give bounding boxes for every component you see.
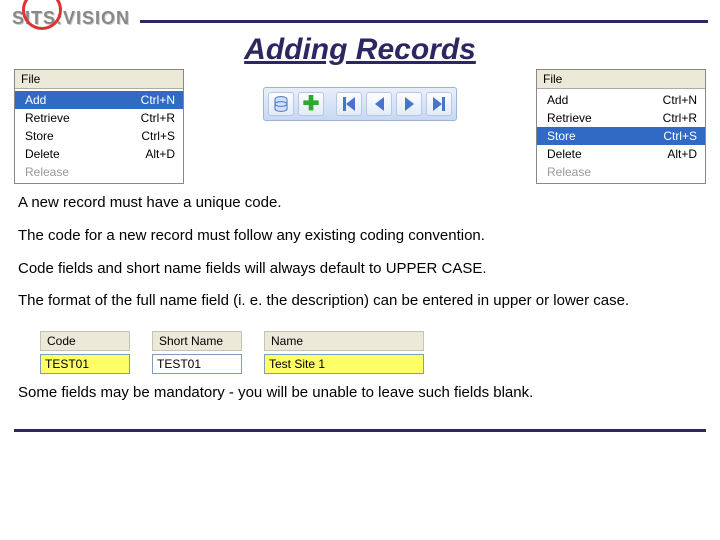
menu-label: Store [547,128,576,144]
toolbar-separator [328,92,332,116]
name-input[interactable] [264,354,424,374]
menu-items: Add Ctrl+N Retrieve Ctrl+R Store Ctrl+S … [15,89,183,183]
nav-last-icon [433,97,445,111]
add-button[interactable]: ✚ [298,92,324,116]
footer-rule [14,429,706,432]
toolbar-wrap: ✚ [194,69,526,121]
file-menu-left: File Add Ctrl+N Retrieve Ctrl+R Store Ct… [14,69,184,184]
menu-label: Retrieve [25,110,70,126]
nav-toolbar: ✚ [263,87,457,121]
file-menu-right: File Add Ctrl+N Retrieve Ctrl+R Store Ct… [536,69,706,184]
header-rule [140,20,708,23]
menu-shortcut: Alt+D [667,146,697,162]
nav-prev-icon [375,97,384,111]
nav-prev-button[interactable] [366,92,392,116]
menu-label: Delete [547,146,582,162]
paragraph: A new record must have a unique code. [18,194,702,213]
nav-first-button[interactable] [336,92,362,116]
nav-next-icon [405,97,414,111]
paragraph: The code for a new record must follow an… [18,227,702,246]
menu-item-retrieve[interactable]: Retrieve Ctrl+R [15,109,183,127]
menu-label: Store [25,128,54,144]
paragraph: The format of the full name field (i. e.… [18,292,702,311]
menu-item-store[interactable]: Store Ctrl+S [15,127,183,145]
brand-left: SITS [12,8,56,28]
database-icon [274,96,288,112]
menu-label: Add [25,92,46,108]
body-text: A new record must have a unique code. Th… [0,184,720,331]
menu-shortcut: Ctrl+S [663,128,697,144]
menu-item-delete[interactable]: Delete Alt+D [15,145,183,163]
menu-item-release: Release [537,163,705,181]
code-input[interactable] [40,354,130,374]
menu-label: Retrieve [547,110,592,126]
page-title: Adding Records [0,33,720,67]
menu-shortcut: Ctrl+R [141,110,175,126]
menu-item-delete[interactable]: Delete Alt+D [537,145,705,163]
menu-shortcut: Ctrl+R [663,110,697,126]
retrieve-button[interactable] [268,92,294,116]
menu-item-add[interactable]: Add Ctrl+N [537,91,705,109]
nav-first-icon [343,97,355,111]
menu-shortcut: Ctrl+N [141,92,175,108]
menu-items: Add Ctrl+N Retrieve Ctrl+R Store Ctrl+S … [537,89,705,183]
menu-label: Release [25,164,69,180]
menu-item-add[interactable]: Add Ctrl+N [15,91,183,109]
menu-label: Delete [25,146,60,162]
fields-example: Code Short Name Name [0,331,720,382]
menu-item-retrieve[interactable]: Retrieve Ctrl+R [537,109,705,127]
nav-last-button[interactable] [426,92,452,116]
menu-title[interactable]: File [15,70,183,89]
field-label: Short Name [152,331,242,351]
nav-next-button[interactable] [396,92,422,116]
menu-shortcut: Ctrl+N [663,92,697,108]
field-col-name: Name [264,331,424,374]
brand-header: SITS:VISION [0,0,720,29]
menu-shortcut: Ctrl+S [141,128,175,144]
field-col-code: Code [40,331,130,374]
field-label: Name [264,331,424,351]
short-name-input[interactable] [152,354,242,374]
paragraph: Code fields and short name fields will a… [18,260,702,279]
menus-row: File Add Ctrl+N Retrieve Ctrl+R Store Ct… [0,69,720,184]
menu-shortcut: Alt+D [145,146,175,162]
menu-item-store[interactable]: Store Ctrl+S [537,127,705,145]
menu-label: Add [547,92,568,108]
body-text-2: Some fields may be mandatory - you will … [0,382,720,423]
menu-title[interactable]: File [537,70,705,89]
field-col-short: Short Name [152,331,242,374]
paragraph: Some fields may be mandatory - you will … [18,384,702,403]
field-label: Code [40,331,130,351]
brand-right: VISION [63,8,130,28]
plus-icon: ✚ [303,94,320,114]
brand-colon: : [56,8,63,28]
menu-label: Release [547,164,591,180]
menu-item-release: Release [15,163,183,181]
brand-logo: SITS:VISION [12,8,130,29]
